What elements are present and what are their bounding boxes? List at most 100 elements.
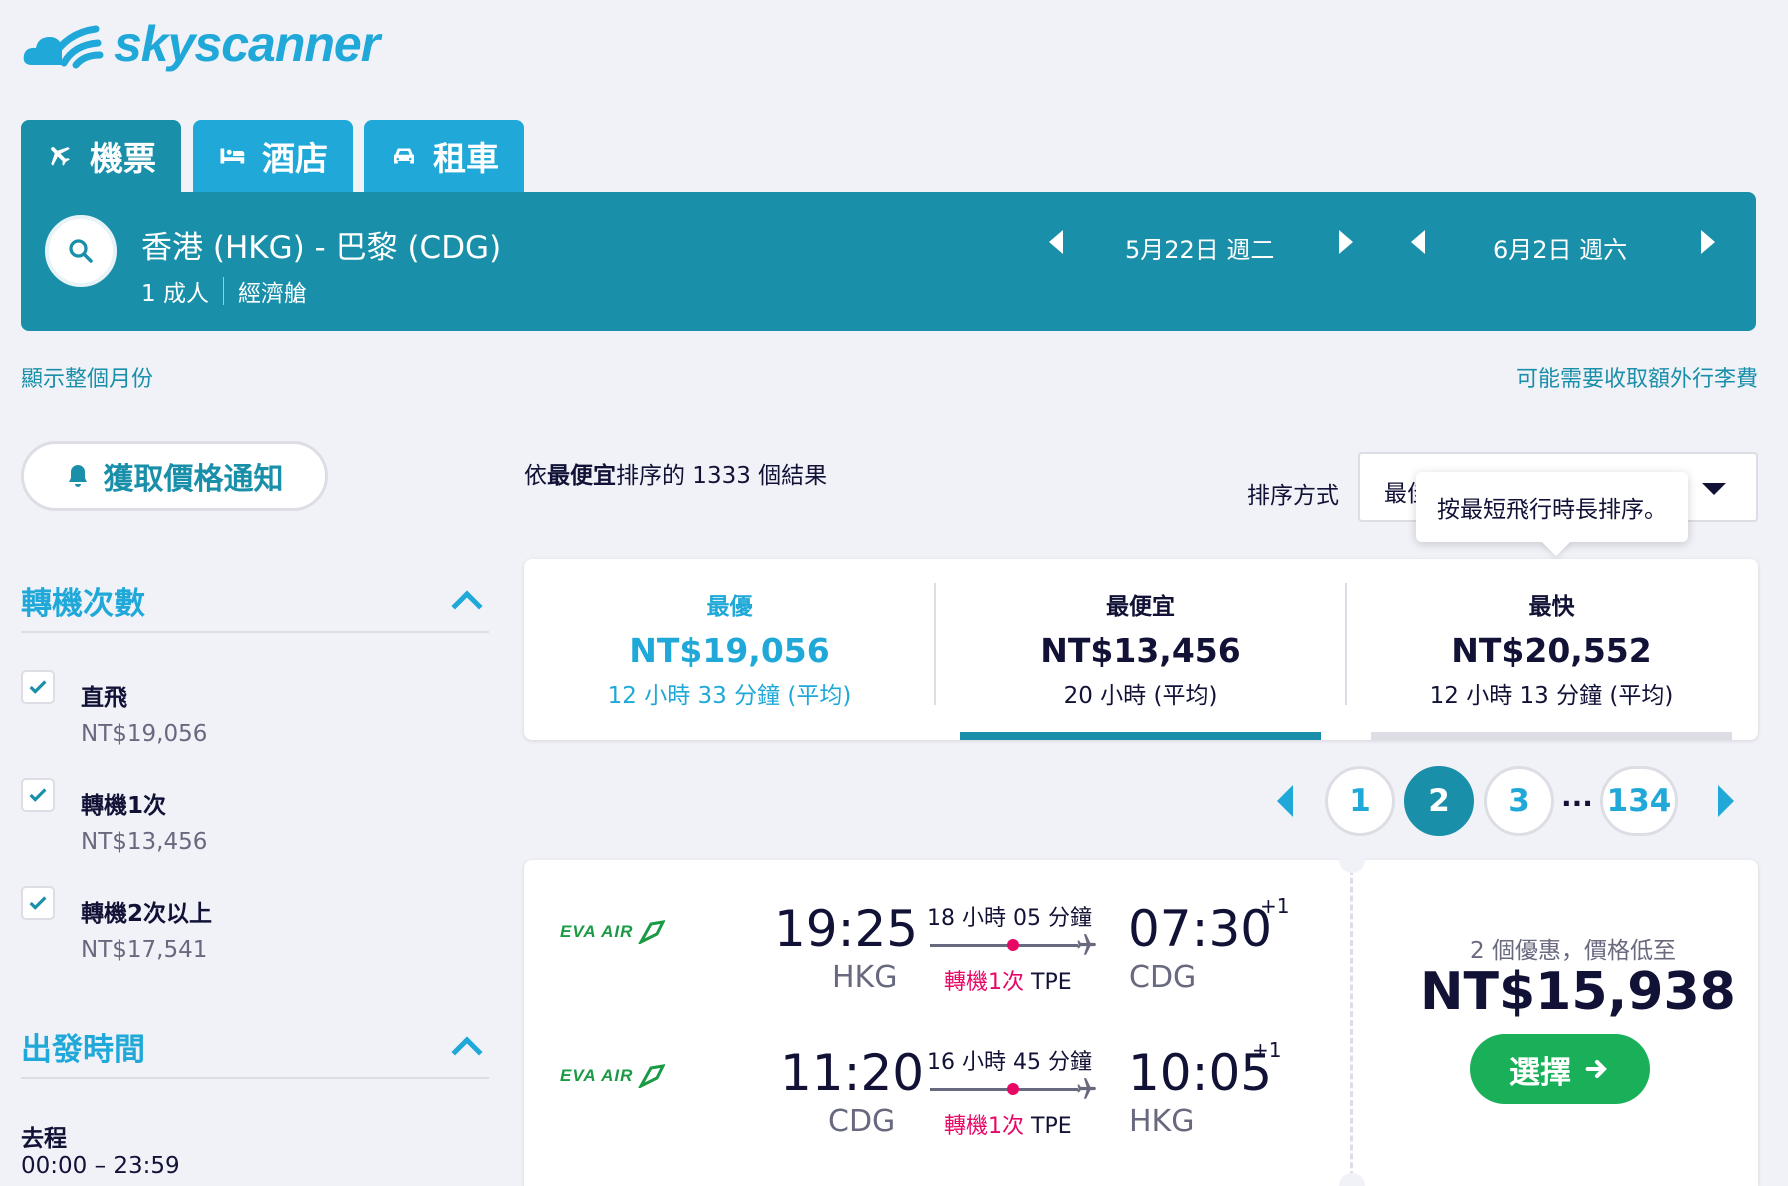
card-divider xyxy=(1350,860,1353,1186)
depart-date[interactable]: 5月22日 週二 xyxy=(1125,230,1274,265)
tab-car-hire[interactable]: 租車 xyxy=(364,120,524,192)
stops-option-label: 直飛 xyxy=(81,685,127,711)
stops-info: 轉機1次 TPE xyxy=(944,1108,1072,1140)
caret-down-icon xyxy=(1702,483,1726,495)
tab-flights[interactable]: 機票 xyxy=(21,120,181,192)
day-offset: +1 xyxy=(1260,894,1290,918)
depart-next-arrow[interactable] xyxy=(1339,230,1353,254)
summary-price: NT$13,456 xyxy=(1040,631,1241,670)
day-offset: +1 xyxy=(1252,1038,1282,1062)
airline-name: EVA AIR xyxy=(560,922,634,941)
depart-airport: HKG xyxy=(832,960,898,995)
checkbox-direct[interactable] xyxy=(21,670,55,704)
search-summary-bar: 香港 (HKG) - 巴黎 (CDG) 1 成人 經濟艙 5月22日 週二 6月… xyxy=(21,192,1756,331)
via-airport: TPE xyxy=(1031,1114,1072,1139)
search-button[interactable] xyxy=(45,215,117,287)
tab-hotels[interactable]: 酒店 xyxy=(193,120,353,192)
chevron-up-icon[interactable] xyxy=(451,1036,483,1068)
summary-price: NT$19,056 xyxy=(629,631,830,670)
page-last[interactable]: 134 xyxy=(1600,766,1678,836)
airline-logo: EVA AIR xyxy=(560,1064,666,1088)
stops-count: 轉機1次 xyxy=(944,1114,1024,1139)
tooltip-text: 按最短飛行時長排序。 xyxy=(1437,497,1667,523)
price-alert-label: 獲取價格通知 xyxy=(103,462,284,497)
eva-air-emblem-icon xyxy=(638,1064,666,1088)
summary-duration: 12 小時 33 分鐘 (平均) xyxy=(607,683,852,709)
plane-icon xyxy=(51,147,70,166)
check-icon xyxy=(29,680,47,694)
deals-text: 2 個優惠，價格低至 xyxy=(1470,938,1676,964)
select-button[interactable]: 選擇 xyxy=(1470,1034,1650,1104)
depart-time: 11:20 xyxy=(780,1044,925,1102)
bed-icon xyxy=(220,148,245,164)
tab-label: 機票 xyxy=(90,139,156,178)
stops-option-label: 轉機1次 xyxy=(81,793,167,819)
divider xyxy=(21,1077,489,1079)
next-page-arrow[interactable] xyxy=(1718,785,1734,817)
page-3[interactable]: 3 xyxy=(1484,766,1554,836)
divider xyxy=(222,277,224,305)
price-alert-button[interactable]: 獲取價格通知 xyxy=(21,441,328,511)
cloud-logo-icon xyxy=(23,25,104,69)
arrive-airport: HKG xyxy=(1129,1104,1195,1139)
bell-icon xyxy=(68,465,87,487)
tab-label: 租車 xyxy=(433,139,499,178)
summary-best[interactable]: 最優 NT$19,056 12 小時 33 分鐘 (平均) xyxy=(524,559,935,740)
depart-airport: CDG xyxy=(828,1104,896,1139)
skyscanner-logo[interactable]: skyscanner xyxy=(22,14,380,74)
summary-duration: 12 小時 13 分鐘 (平均) xyxy=(1429,683,1674,709)
route-line xyxy=(930,1088,1078,1091)
route-text[interactable]: 香港 (HKG) - 巴黎 (CDG) xyxy=(141,222,501,267)
arrive-time: 07:30 xyxy=(1128,900,1273,958)
result-price: NT$15,938 xyxy=(1420,962,1736,1022)
sort-summary-tabs: 最優 NT$19,056 12 小時 33 分鐘 (平均) 最便宜 NT$13,… xyxy=(524,559,1758,740)
arrive-time: 10:05 xyxy=(1128,1044,1273,1102)
sort-tooltip: 按最短飛行時長排序。 xyxy=(1416,472,1688,557)
brand-name: skyscanner xyxy=(114,16,380,72)
plane-icon xyxy=(1077,1078,1096,1099)
return-date[interactable]: 6月2日 週六 xyxy=(1493,230,1627,265)
sort-label: 排序方式 xyxy=(1247,483,1339,509)
departure-time-range: 00:00 – 23:59 xyxy=(21,1153,180,1179)
check-icon xyxy=(29,788,47,802)
eva-air-emblem-icon xyxy=(638,920,666,944)
leg-duration: 16 小時 45 分鐘 xyxy=(927,1050,1092,1075)
result-card[interactable]: EVA AIR 19:25 HKG 18 小時 05 分鐘 轉機1次 TPE 0… xyxy=(524,847,1758,1186)
passenger-cabin[interactable]: 1 成人 經濟艙 xyxy=(141,274,307,308)
prev-page-arrow[interactable] xyxy=(1277,785,1293,817)
stops-option-price: NT$13,456 xyxy=(81,829,208,855)
select-label: 選擇 xyxy=(1509,1054,1571,1091)
depart-prev-arrow[interactable] xyxy=(1049,230,1063,254)
cabin-class: 經濟艙 xyxy=(237,281,307,307)
baggage-fee-link[interactable]: 可能需要收取額外行李費 xyxy=(1516,361,1758,393)
page-2[interactable]: 2 xyxy=(1404,766,1474,836)
inactive-underline xyxy=(1371,732,1732,740)
stops-count: 轉機1次 xyxy=(944,970,1024,995)
page-1[interactable]: 1 xyxy=(1325,766,1395,836)
summary-price: NT$20,552 xyxy=(1451,631,1652,670)
chevron-up-icon[interactable] xyxy=(451,590,483,622)
arrive-airport: CDG xyxy=(1129,960,1197,995)
count-prefix: 依 xyxy=(524,463,547,489)
return-prev-arrow[interactable] xyxy=(1411,230,1425,254)
checkbox-one-stop[interactable] xyxy=(21,778,55,812)
summary-fastest[interactable]: 最快 NT$20,552 12 小時 13 分鐘 (平均) xyxy=(1346,559,1757,740)
summary-duration: 20 小時 (平均) xyxy=(1063,683,1218,709)
ticket-notch xyxy=(1339,1173,1365,1186)
stops-filter-title[interactable]: 轉機次數 xyxy=(21,578,145,623)
summary-cheapest[interactable]: 最便宜 NT$13,456 20 小時 (平均) xyxy=(935,559,1346,740)
ticket-notch xyxy=(1339,847,1365,873)
show-whole-month-link[interactable]: 顯示整個月份 xyxy=(21,361,153,393)
pagination-ellipsis: ... xyxy=(1561,780,1593,813)
count-sort-name: 最便宜 xyxy=(547,463,616,489)
route-line xyxy=(930,944,1078,947)
departure-time-filter-title[interactable]: 出發時間 xyxy=(21,1024,145,1069)
stops-option-price: NT$19,056 xyxy=(81,721,208,747)
checkbox-two-plus-stops[interactable] xyxy=(21,886,55,920)
arrow-right-icon xyxy=(1585,1059,1607,1079)
results-count: 依最便宜排序的 1333 個結果 xyxy=(524,456,827,490)
summary-heading: 最快 xyxy=(1528,594,1575,620)
stop-dot xyxy=(1007,939,1019,951)
return-next-arrow[interactable] xyxy=(1701,230,1715,254)
plane-icon xyxy=(1077,934,1096,955)
